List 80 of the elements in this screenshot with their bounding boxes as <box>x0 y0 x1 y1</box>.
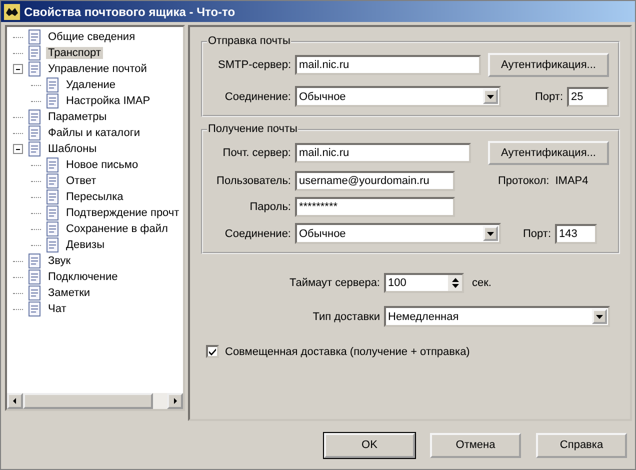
page-icon <box>27 109 43 125</box>
collapse-toggle[interactable] <box>13 144 23 154</box>
dialog-button[interactable]: Отмена <box>430 432 521 458</box>
dialog-button[interactable]: Справка <box>536 432 627 458</box>
tree-item[interactable]: Настройка IMAP <box>64 95 152 107</box>
input-field[interactable]: username@yourdomain.ru <box>295 171 455 191</box>
collapse-toggle[interactable] <box>13 64 23 74</box>
tree-item[interactable]: Сохранение в файл <box>64 223 170 235</box>
app-icon <box>4 4 20 20</box>
tree-item[interactable]: Подтверждение прочт <box>64 207 182 219</box>
tree-item[interactable]: Звук <box>46 255 73 267</box>
page-icon <box>27 301 43 317</box>
tree-item[interactable]: Заметки <box>46 287 92 299</box>
page-icon <box>27 125 43 141</box>
window-title: Свойства почтового ящика - Что-то <box>24 4 236 18</box>
page-icon <box>45 157 61 173</box>
field-label: Порт: <box>523 228 551 240</box>
caret-icon <box>596 314 603 318</box>
horizontal-scrollbar[interactable] <box>7 393 183 409</box>
page-icon <box>27 253 43 269</box>
tree-item[interactable]: Транспорт <box>46 47 103 59</box>
input-field[interactable]: mail.nic.ru <box>295 55 481 75</box>
tree-item[interactable]: Параметры <box>46 111 109 123</box>
checkmark-icon <box>208 347 217 356</box>
checkbox[interactable] <box>206 345 219 358</box>
tree-item[interactable]: Ответ <box>64 175 98 187</box>
field-label: SMTP-сервер: <box>217 59 291 71</box>
input-field[interactable]: 143 <box>555 224 597 244</box>
tree-item[interactable]: Управление почтой <box>46 63 149 75</box>
protocol-value: IMAP4 <box>555 175 588 187</box>
spin-arrows-icon <box>452 277 458 289</box>
dialog-button[interactable]: OK <box>324 432 415 458</box>
page-icon <box>45 93 61 109</box>
auth-button[interactable]: Аутентификация... <box>488 141 609 165</box>
page-icon <box>27 45 43 61</box>
page-icon <box>27 141 43 157</box>
page-icon <box>45 237 61 253</box>
page-icon <box>27 269 43 285</box>
field-label: Пароль: <box>248 201 291 213</box>
field-label: Порт: <box>535 90 563 102</box>
password-field[interactable]: ********* <box>295 197 455 217</box>
tree-item[interactable]: Пересылка <box>64 191 126 203</box>
field-label: Таймаут сервера: <box>288 277 380 289</box>
spin-field[interactable]: 100 <box>384 273 464 293</box>
group-title: Отправка почты <box>207 35 292 47</box>
auth-button[interactable]: Аутентификация... <box>488 53 609 77</box>
page-icon <box>45 77 61 93</box>
protocol-label: Протокол: <box>498 175 550 187</box>
dropdown[interactable]: Обычное <box>295 86 501 107</box>
dropdown[interactable]: Немедленная <box>384 306 610 327</box>
tree-item[interactable]: Подключение <box>46 271 120 283</box>
tree-item[interactable]: Новое письмо <box>64 159 140 171</box>
dropdown[interactable]: Обычное <box>295 223 501 244</box>
tree-item[interactable]: Файлы и каталоги <box>46 127 142 139</box>
left-arrow-icon <box>11 397 19 405</box>
page-icon <box>45 205 61 221</box>
tree-item[interactable]: Общие сведения <box>46 31 138 43</box>
tree-item[interactable]: Девизы <box>64 239 107 251</box>
field-label: Пользователь: <box>216 175 291 187</box>
page-icon <box>45 221 61 237</box>
field-label: Соединение: <box>224 228 291 240</box>
page-icon <box>27 61 43 77</box>
input-field[interactable]: mail.nic.ru <box>295 143 471 163</box>
group-title: Получение почты <box>207 123 298 135</box>
page-icon <box>27 29 43 45</box>
caret-icon <box>487 232 494 236</box>
page-icon <box>45 189 61 205</box>
page-icon <box>45 173 61 189</box>
tree-item[interactable]: Чат <box>46 303 68 315</box>
input-field[interactable]: 25 <box>567 86 609 106</box>
tree-item[interactable]: Удаление <box>64 79 118 91</box>
tree-item[interactable]: Шаблоны <box>46 143 99 155</box>
field-label: Соединение: <box>224 90 291 102</box>
caret-icon <box>487 94 494 98</box>
page-icon <box>27 285 43 301</box>
checkbox-label[interactable]: Совмещенная доставка (получение + отправка) <box>225 346 470 358</box>
right-arrow-icon <box>171 397 179 405</box>
unit-label: сек. <box>472 277 492 289</box>
field-label: Почт. сервер: <box>222 147 291 159</box>
field-label: Тип доставки <box>312 310 380 322</box>
